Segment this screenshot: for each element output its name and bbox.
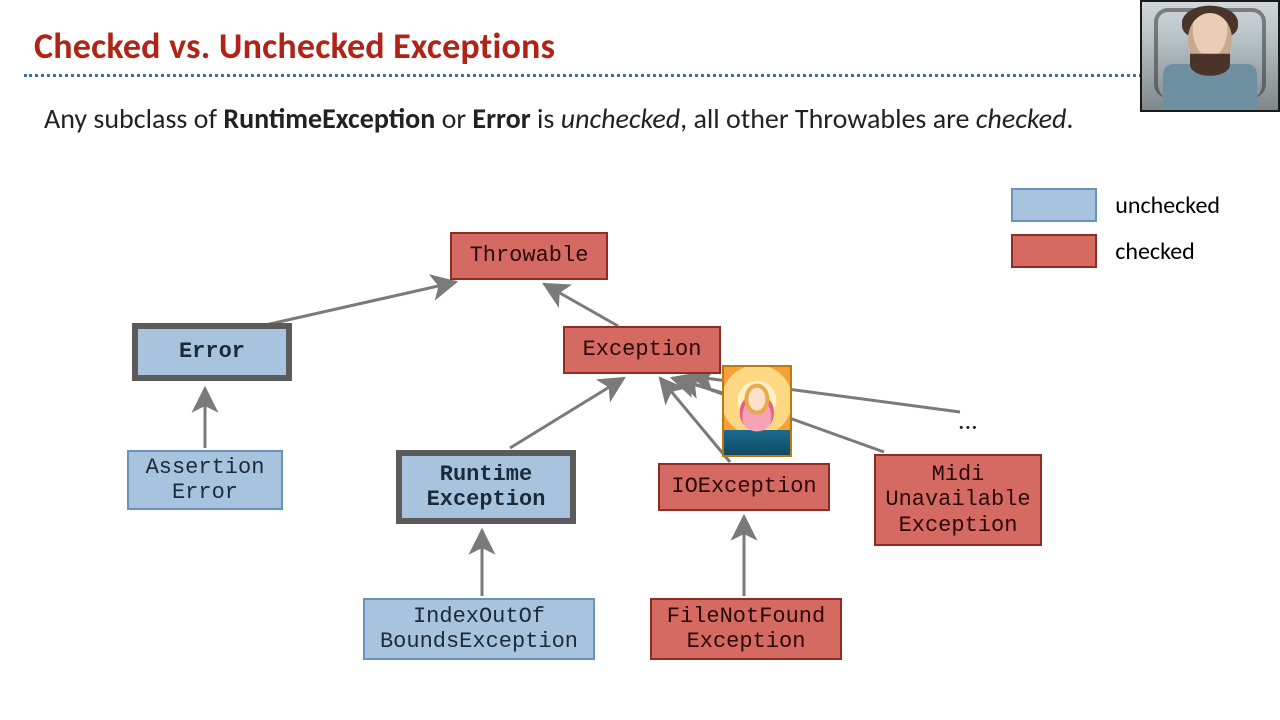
arrow-runtimeexception-to-exception	[510, 378, 624, 448]
webcam-overlay	[1140, 0, 1280, 112]
slide: Checked vs. Unchecked Exceptions Any sub…	[0, 0, 1280, 720]
webcam-beard	[1190, 54, 1230, 76]
arrow-error-to-throwable	[252, 282, 456, 328]
deity-image-water	[724, 430, 790, 455]
deity-image	[722, 365, 792, 457]
ellipsis: ...	[958, 404, 978, 436]
arrows-layer	[0, 0, 1280, 720]
arrow-exception-to-throwable	[544, 284, 618, 326]
